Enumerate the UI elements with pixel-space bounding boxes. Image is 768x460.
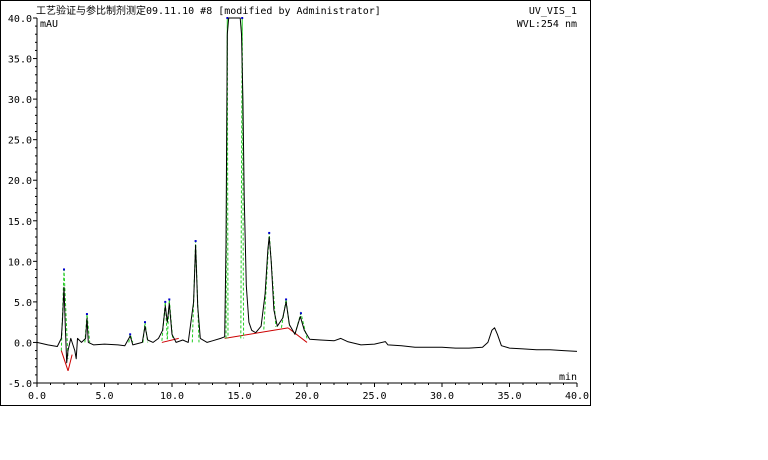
y-tick-label: 35.0 — [8, 55, 32, 66]
x-tick-label: 25.0 — [362, 391, 386, 402]
chart-border — [0, 0, 591, 406]
y-tick-label: 0.0 — [14, 338, 32, 349]
peak-marker — [299, 312, 302, 315]
peak-marker — [168, 298, 171, 301]
peak-marker — [194, 240, 197, 243]
x-tick-label: 10.0 — [160, 391, 184, 402]
peak-marker — [144, 321, 146, 324]
peak-marker — [85, 313, 88, 316]
y-axis-unit: mAU — [40, 19, 58, 30]
peak-marker — [268, 231, 271, 234]
x-tick-label: 30.0 — [430, 391, 454, 402]
y-tick-label: 40.0 — [8, 14, 32, 25]
wavelength-label: WVL:254 nm — [517, 19, 577, 30]
x-axis-unit: min — [559, 372, 577, 383]
chromatogram-chart: 工艺验证与参比制剂测定09.11.10 #8 [modified by Admi… — [0, 0, 591, 406]
x-tick-label: 40.0 — [565, 391, 589, 402]
channel-label: UV_VIS_1 — [529, 6, 577, 17]
y-tick-label: 5.0 — [14, 298, 32, 309]
peak-marker — [241, 17, 244, 19]
x-tick-label: 15.0 — [227, 391, 251, 402]
chart-title: 工艺验证与参比制剂测定09.11.10 #8 [modified by Admi… — [36, 4, 381, 17]
x-tick-label: 5.0 — [95, 391, 113, 402]
y-tick-label: 30.0 — [8, 95, 32, 106]
peak-marker — [129, 333, 132, 336]
y-tick-label: 20.0 — [8, 176, 32, 187]
y-tick-label: 25.0 — [8, 136, 32, 147]
peak-marker — [164, 300, 167, 303]
y-tick-label: 15.0 — [8, 217, 32, 228]
y-tick-label: -5.0 — [8, 379, 32, 390]
peak-marker — [285, 298, 288, 301]
peak-marker — [63, 268, 65, 271]
x-tick-label: 20.0 — [295, 391, 319, 402]
x-tick-label: 35.0 — [497, 391, 521, 402]
x-tick-label: 0.0 — [28, 391, 46, 402]
y-tick-label: 10.0 — [8, 257, 32, 268]
peak-marker — [226, 17, 229, 19]
